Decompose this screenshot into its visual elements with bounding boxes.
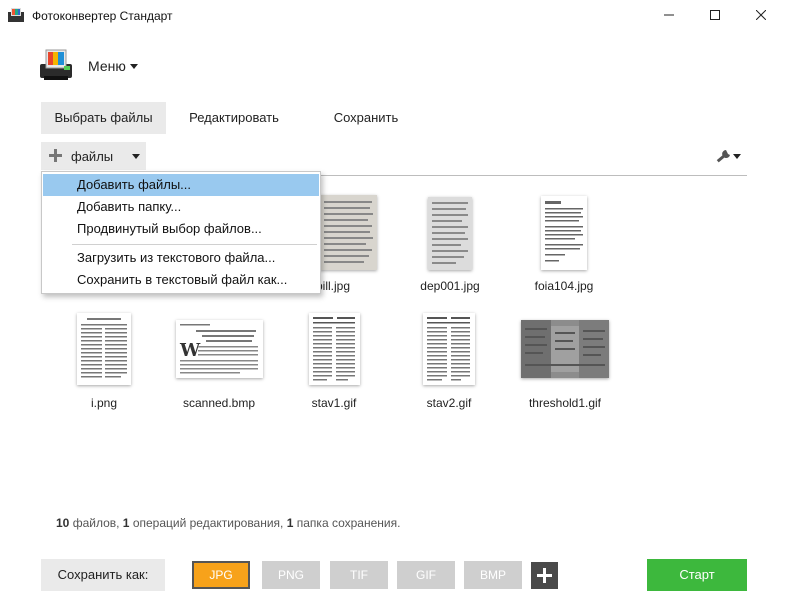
folders-text: папка сохранения. bbox=[293, 516, 401, 530]
file-thumbnail-stav2[interactable] bbox=[423, 313, 475, 385]
close-button[interactable] bbox=[738, 0, 784, 30]
save-as-button[interactable]: Сохранить как: bbox=[41, 559, 165, 591]
chevron-down-icon bbox=[130, 64, 138, 69]
menu-item-advanced-select[interactable]: Продвинутый выбор файлов... bbox=[43, 218, 319, 240]
files-text: файлов, bbox=[69, 516, 123, 530]
plus-icon bbox=[49, 149, 62, 162]
file-thumbnail-dep001[interactable] bbox=[428, 197, 472, 270]
title-bar: Фотоконвертер Стандарт bbox=[0, 0, 786, 32]
noisy-scan-image bbox=[521, 320, 609, 378]
format-png-button[interactable]: PNG bbox=[262, 561, 320, 589]
format-gif-button[interactable]: GIF bbox=[397, 561, 455, 589]
window-title: Фотоконвертер Стандарт bbox=[32, 9, 173, 23]
scanned-page-image bbox=[320, 195, 377, 270]
files-count: 10 bbox=[56, 516, 70, 530]
file-label: scanned.bmp bbox=[182, 396, 256, 410]
format-jpg-button[interactable]: JPG bbox=[192, 561, 250, 589]
menu-item-add-folder[interactable]: Добавить папку... bbox=[43, 196, 319, 218]
app-icon bbox=[8, 8, 24, 22]
start-button[interactable]: Старт bbox=[647, 559, 747, 591]
menu-item-add-files[interactable]: Добавить файлы... bbox=[43, 174, 319, 196]
add-format-button[interactable] bbox=[531, 562, 558, 589]
maximize-icon bbox=[710, 10, 720, 20]
file-thumbnail-foia104[interactable] bbox=[541, 196, 587, 270]
document-page-image bbox=[309, 313, 360, 385]
svg-text:W: W bbox=[179, 340, 201, 361]
chevron-down-icon bbox=[132, 154, 140, 159]
menu-separator bbox=[72, 244, 317, 245]
document-page-image bbox=[423, 313, 475, 385]
document-page-image bbox=[541, 196, 587, 270]
maximize-button[interactable] bbox=[692, 0, 738, 30]
format-tif-button[interactable]: TIF bbox=[330, 561, 388, 589]
menu-item-save-to-text[interactable]: Сохранить в текстовый файл как... bbox=[43, 269, 319, 291]
menu-label[interactable]: Меню bbox=[88, 58, 126, 74]
file-thumbnail-stav1[interactable] bbox=[309, 313, 360, 385]
file-label: foia104.jpg bbox=[534, 279, 594, 293]
file-thumbnail-bill[interactable] bbox=[320, 195, 377, 270]
add-files-button[interactable]: файлы bbox=[41, 142, 146, 170]
format-bmp-button[interactable]: BMP bbox=[464, 561, 522, 589]
document-page-image bbox=[77, 313, 131, 385]
settings-chevron-down-icon[interactable] bbox=[733, 154, 741, 159]
menu-item-load-from-text[interactable]: Загрузить из текстового файла... bbox=[43, 247, 319, 269]
file-label: stav2.gif bbox=[426, 396, 472, 410]
file-label: dep001.jpg bbox=[420, 279, 480, 293]
add-files-dropdown: Добавить файлы... Добавить папку... Прод… bbox=[41, 171, 321, 294]
minimize-button[interactable] bbox=[646, 0, 692, 30]
file-label: i.png bbox=[90, 396, 118, 410]
file-label: stav1.gif bbox=[311, 396, 357, 410]
tab-edit[interactable]: Редактировать bbox=[174, 102, 294, 134]
minimize-icon bbox=[664, 14, 674, 16]
photoconverter-logo-icon bbox=[40, 49, 72, 80]
file-thumbnail-threshold1[interactable] bbox=[521, 320, 609, 378]
tab-save[interactable]: Сохранить bbox=[306, 102, 426, 134]
file-thumbnail-scanned[interactable]: W bbox=[176, 320, 263, 378]
document-page-image: W bbox=[176, 320, 263, 378]
wrench-icon[interactable] bbox=[713, 148, 733, 166]
file-thumbnail-i[interactable] bbox=[77, 313, 131, 385]
scanned-page-image bbox=[428, 197, 472, 270]
add-files-label: файлы bbox=[71, 149, 114, 164]
status-summary: 10 файлов, 1 операций редактирования, 1 … bbox=[56, 516, 400, 530]
edits-text: операций редактирования, bbox=[129, 516, 287, 530]
file-label: threshold1.gif bbox=[528, 396, 602, 410]
tab-select-files[interactable]: Выбрать файлы bbox=[41, 102, 166, 134]
close-icon bbox=[756, 10, 766, 20]
